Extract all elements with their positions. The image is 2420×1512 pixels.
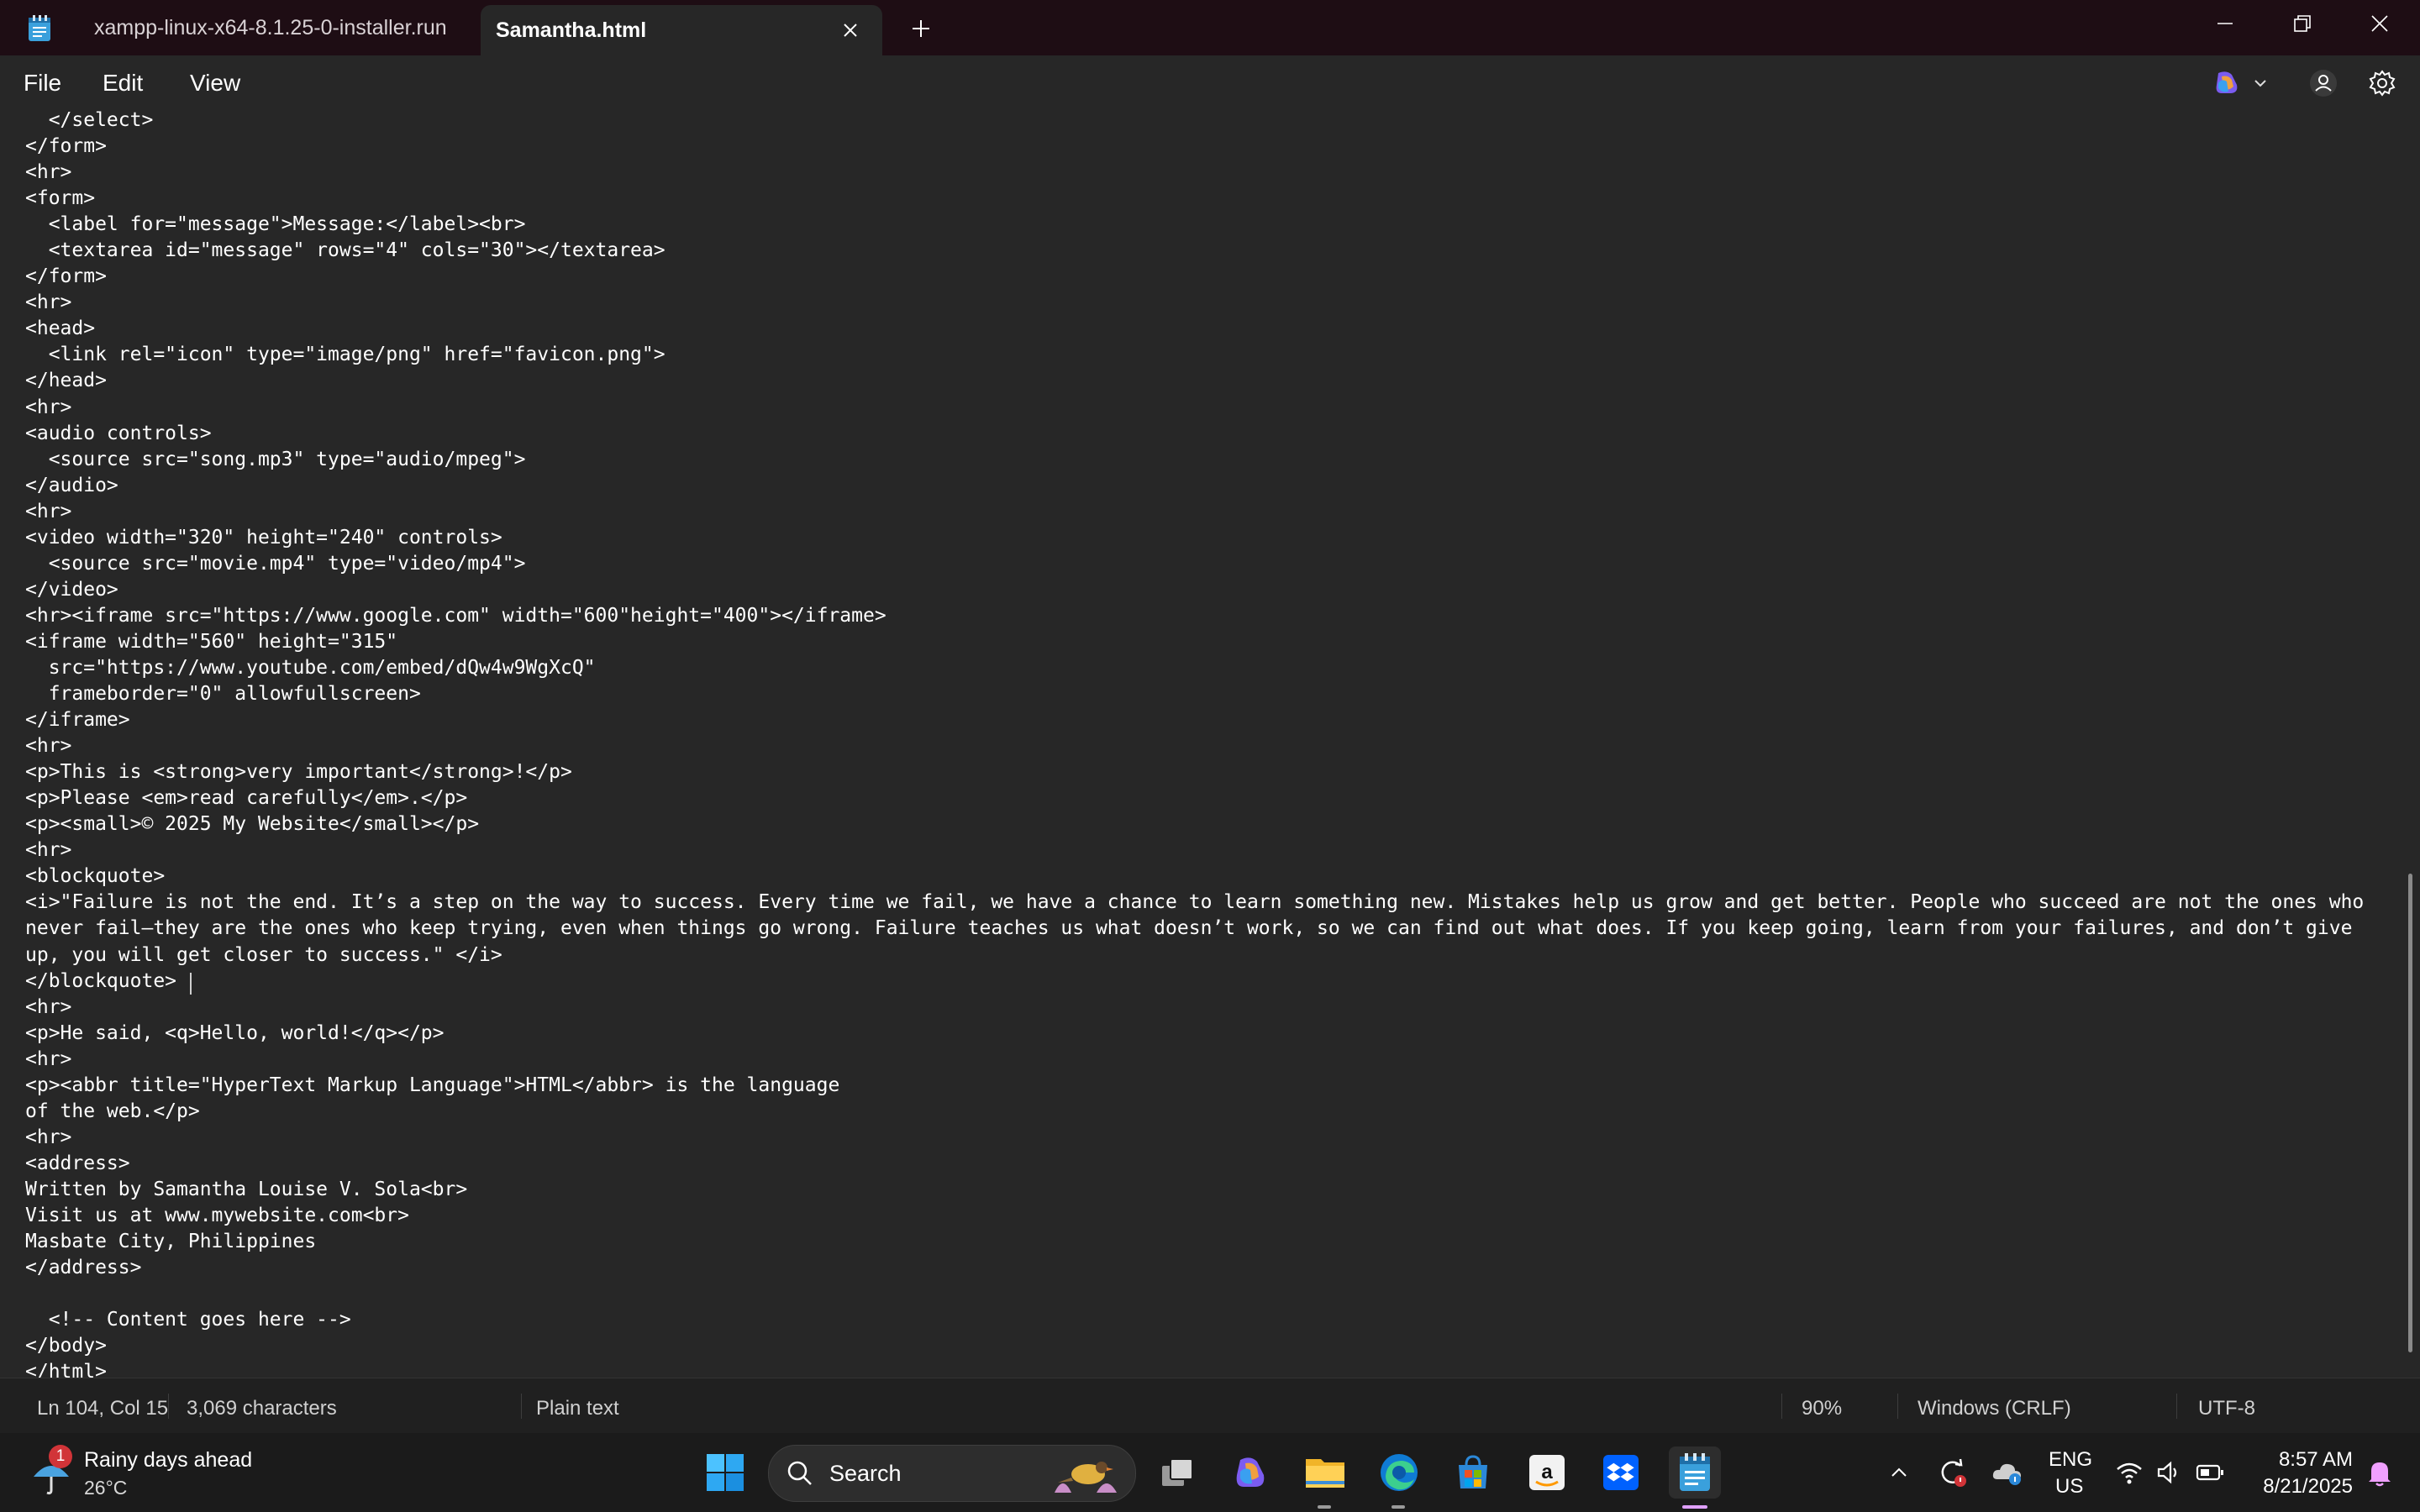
region-code: US xyxy=(2055,1475,2084,1498)
zoom-level[interactable]: 90% xyxy=(1802,1397,1842,1420)
status-bar: Ln 104, Col 15 3,069 characters Plain te… xyxy=(0,1378,2420,1434)
sync-icon xyxy=(1941,1458,1966,1487)
onedrive-button[interactable] xyxy=(1988,1446,2027,1499)
settings-button[interactable] xyxy=(2365,66,2400,101)
chevron-down-icon xyxy=(2254,80,2266,87)
weather-widget[interactable]: 1 Rainy days ahead 26°C xyxy=(25,1443,311,1504)
edge-button[interactable] xyxy=(1373,1446,1425,1499)
chevron-up-icon xyxy=(1891,1467,1907,1477)
gear-icon xyxy=(2369,70,2396,97)
search-box[interactable]: Search xyxy=(768,1445,1136,1502)
minimize-button[interactable] xyxy=(2186,0,2264,47)
sync-status-button[interactable] xyxy=(1933,1446,1971,1499)
speaker-icon xyxy=(2157,1461,2177,1484)
divider xyxy=(1781,1394,1782,1419)
battery-button[interactable] xyxy=(2193,1446,2227,1499)
copilot-taskbar-button[interactable] xyxy=(1225,1446,1277,1499)
title-bar: xampp-linux-x64-8.1.25-0-installer.run S… xyxy=(0,0,2420,55)
volume-button[interactable] xyxy=(2153,1446,2186,1499)
new-tab-button[interactable] xyxy=(908,15,934,42)
copilot-icon xyxy=(1236,1457,1265,1487)
running-indicator xyxy=(1318,1505,1331,1509)
folder-icon xyxy=(1306,1459,1344,1488)
svg-text:a: a xyxy=(1541,1461,1553,1483)
search-icon xyxy=(787,1461,812,1485)
amazon-button[interactable]: a xyxy=(1521,1446,1573,1499)
time: 8:57 AM xyxy=(2278,1448,2353,1471)
amazon-icon: a xyxy=(1529,1455,1565,1490)
notepad-icon xyxy=(1680,1453,1710,1491)
edge-icon xyxy=(1381,1454,1418,1491)
document-text[interactable]: </select> </form> <hr> <form> <label for… xyxy=(25,111,2364,1378)
close-icon[interactable] xyxy=(839,18,862,42)
notification-badge: 1 xyxy=(49,1445,72,1468)
input-language-button[interactable]: ENG US xyxy=(2044,1445,2096,1500)
wifi-icon xyxy=(2117,1462,2142,1484)
search-label: Search xyxy=(829,1461,902,1486)
tab-label: Samantha.html xyxy=(496,18,647,42)
weather-temperature: 26°C xyxy=(84,1477,128,1499)
dropbox-icon xyxy=(1603,1455,1639,1490)
scrollbar-thumb[interactable] xyxy=(2408,874,2412,1352)
date: 8/21/2025 xyxy=(2263,1475,2353,1498)
bell-icon xyxy=(2369,1462,2391,1487)
start-button[interactable] xyxy=(699,1446,751,1499)
character-count: 3,069 characters xyxy=(187,1397,337,1420)
cursor-position: Ln 104, Col 15 xyxy=(37,1397,169,1420)
text-editor[interactable]: </select> </form> <hr> <form> <label for… xyxy=(0,111,2403,1378)
dropbox-button[interactable] xyxy=(1595,1446,1647,1499)
running-indicator xyxy=(1392,1505,1405,1509)
wifi-button[interactable] xyxy=(2112,1446,2146,1499)
taskbar: 1 Rainy days ahead 26°C Search a ENG US … xyxy=(0,1433,2420,1512)
file-format[interactable]: Plain text xyxy=(536,1397,619,1420)
text-caret xyxy=(190,973,192,995)
clock[interactable]: 8:57 AM 8/21/2025 xyxy=(2244,1445,2354,1500)
tab-installer[interactable]: xampp-linux-x64-8.1.25-0-installer.run xyxy=(72,0,476,55)
notepad-taskbar-button[interactable] xyxy=(1669,1446,1721,1499)
vertical-scrollbar[interactable] xyxy=(2405,111,2420,1378)
show-hidden-icons-button[interactable] xyxy=(1884,1446,1914,1499)
tab-label: xampp-linux-x64-8.1.25-0-installer.run xyxy=(94,15,447,39)
notepad-icon xyxy=(27,15,52,42)
weather-title: Rainy days ahead xyxy=(84,1448,253,1472)
menu-edit[interactable]: Edit xyxy=(103,67,143,99)
active-app-indicator xyxy=(1682,1505,1707,1509)
bird-illustration-icon xyxy=(1055,1462,1117,1493)
copilot-button[interactable] xyxy=(2207,66,2274,101)
encoding[interactable]: UTF-8 xyxy=(2198,1397,2255,1420)
store-icon xyxy=(1459,1455,1487,1488)
copilot-icon xyxy=(2216,71,2238,93)
divider xyxy=(2176,1394,2177,1419)
battery-icon xyxy=(2196,1464,2223,1481)
menu-file[interactable]: File xyxy=(24,67,61,99)
language-code: ENG xyxy=(2049,1448,2093,1471)
account-icon xyxy=(2310,70,2337,97)
tab-samantha-html[interactable]: Samantha.html xyxy=(481,5,882,55)
menu-bar: File Edit View xyxy=(0,55,2420,111)
task-view-button[interactable] xyxy=(1151,1446,1203,1499)
cloud-icon xyxy=(1992,1463,2021,1485)
notifications-button[interactable] xyxy=(2361,1446,2398,1499)
file-explorer-button[interactable] xyxy=(1299,1446,1351,1499)
account-button[interactable] xyxy=(2306,66,2341,101)
close-window-button[interactable] xyxy=(2341,0,2418,47)
microsoft-store-button[interactable] xyxy=(1447,1446,1499,1499)
restore-button[interactable] xyxy=(2264,0,2341,47)
task-view-icon xyxy=(1162,1458,1193,1486)
divider xyxy=(1897,1394,1898,1419)
divider xyxy=(521,1394,522,1419)
windows-icon xyxy=(707,1454,744,1491)
divider xyxy=(168,1394,169,1419)
line-ending[interactable]: Windows (CRLF) xyxy=(1918,1397,2071,1420)
menu-view[interactable]: View xyxy=(190,67,240,99)
